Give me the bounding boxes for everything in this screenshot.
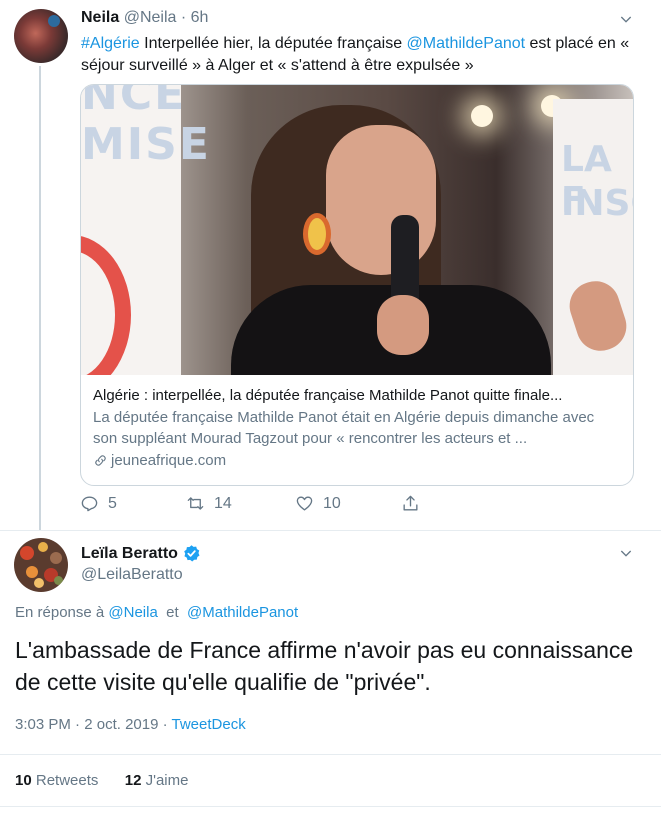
author-handle[interactable]: @Neila [124, 9, 177, 26]
card-domain-text: jeuneafrique.com [111, 452, 227, 469]
avatar-detail [54, 576, 63, 585]
avatar-detail [26, 566, 38, 578]
banner-text: NCE [81, 85, 187, 120]
banner-left: NCE MISE [81, 85, 209, 375]
likes-count: 12 [124, 772, 142, 789]
avatar-detail [20, 546, 34, 560]
tweet-actions: 5 14 10 [80, 494, 480, 518]
reply-joiner: et [157, 604, 188, 621]
like-button[interactable]: 10 [295, 494, 341, 513]
likes-label: J'aime [145, 772, 189, 789]
avatar-detail [48, 15, 60, 27]
author-handle[interactable]: @LeilaBeratto [81, 566, 183, 584]
retweets-count: 10 [15, 772, 32, 789]
link-card[interactable]: NCE MISE LA F INSO Algérie : interpellée… [80, 84, 634, 486]
retweet-button[interactable]: 14 [186, 494, 232, 513]
hashtag-link[interactable]: #Algérie [81, 35, 140, 52]
card-image[interactable]: NCE MISE LA F INSO [81, 85, 633, 375]
banner-logo [81, 235, 131, 375]
source-link[interactable]: TweetDeck [172, 716, 246, 733]
share-icon [403, 495, 418, 511]
reply-button[interactable]: 5 [80, 494, 117, 513]
divider [0, 530, 661, 531]
avatar-detail [38, 542, 48, 552]
mention-link[interactable]: @MathildePanot [407, 35, 526, 52]
card-domain[interactable]: jeuneafrique.com [93, 450, 621, 471]
avatar[interactable] [14, 538, 68, 592]
heart-icon [296, 496, 313, 511]
divider [0, 754, 661, 755]
tweet-stats: 10 Retweets 12 J'aime [15, 772, 188, 789]
avatar-detail [50, 552, 62, 564]
reply-prefix: En réponse à [15, 604, 109, 621]
divider [0, 806, 661, 807]
photo-subject-hand [377, 295, 429, 355]
retweet-count: 14 [214, 494, 232, 512]
tweet-time[interactable]: 6h [191, 9, 209, 26]
card-description: La députée française Mathilde Panot étai… [93, 409, 595, 447]
separator: · [158, 716, 172, 733]
share-button[interactable] [401, 494, 420, 513]
photo-subject-face [326, 125, 436, 275]
author-name-row[interactable]: Leïla Beratto [81, 544, 201, 563]
tweet-header: Neila @Neila · 6h [81, 9, 208, 27]
retweets-label: Retweets [35, 772, 99, 789]
tweet-time[interactable]: 3:03 PM [15, 716, 71, 733]
avatar-detail [34, 578, 44, 588]
tweet-metadata: 3:03 PM · 2 oct. 2019 · TweetDeck [15, 716, 246, 733]
reply-context: En réponse à @Neila et @MathildePanot [15, 604, 298, 621]
banner-text: INSO [561, 183, 633, 224]
reply-count: 5 [108, 494, 117, 512]
photo-subject-earring [303, 213, 331, 255]
ceiling-light [471, 105, 493, 127]
parent-tweet[interactable]: Neila @Neila · 6h #Algérie Interpellée h… [0, 0, 661, 530]
card-title[interactable]: Algérie : interpellée, la députée frança… [93, 385, 621, 406]
reply-icon [81, 496, 98, 512]
author-name[interactable]: Neila [81, 9, 119, 26]
avatar[interactable] [14, 9, 68, 63]
chevron-down-icon[interactable] [617, 11, 635, 29]
like-count: 10 [323, 494, 341, 512]
separator: · [70, 716, 85, 733]
likes-stat[interactable]: 12 J'aime [125, 772, 189, 789]
tweet-text: L'ambassade de France affirme n'avoir pa… [15, 637, 634, 695]
link-icon [95, 455, 106, 466]
chevron-down-icon[interactable] [617, 545, 635, 563]
reply-mention-link[interactable]: @MathildePanot [187, 604, 298, 621]
author-name[interactable]: Leïla Beratto [81, 545, 178, 563]
banner-text: MISE [81, 119, 211, 170]
verified-badge-icon [184, 545, 200, 562]
tweet-text-part: Interpellée hier, la députée française [139, 35, 407, 52]
tweet-date[interactable]: 2 oct. 2019 [84, 716, 158, 733]
retweet-icon [187, 497, 204, 510]
separator: · [180, 9, 187, 26]
card-body[interactable]: Algérie : interpellée, la députée frança… [81, 375, 633, 471]
reply-mention-link[interactable]: @Neila [108, 604, 157, 621]
retweets-stat[interactable]: 10 Retweets [15, 772, 98, 789]
tweet-text: #Algérie Interpellée hier, la députée fr… [81, 33, 641, 77]
